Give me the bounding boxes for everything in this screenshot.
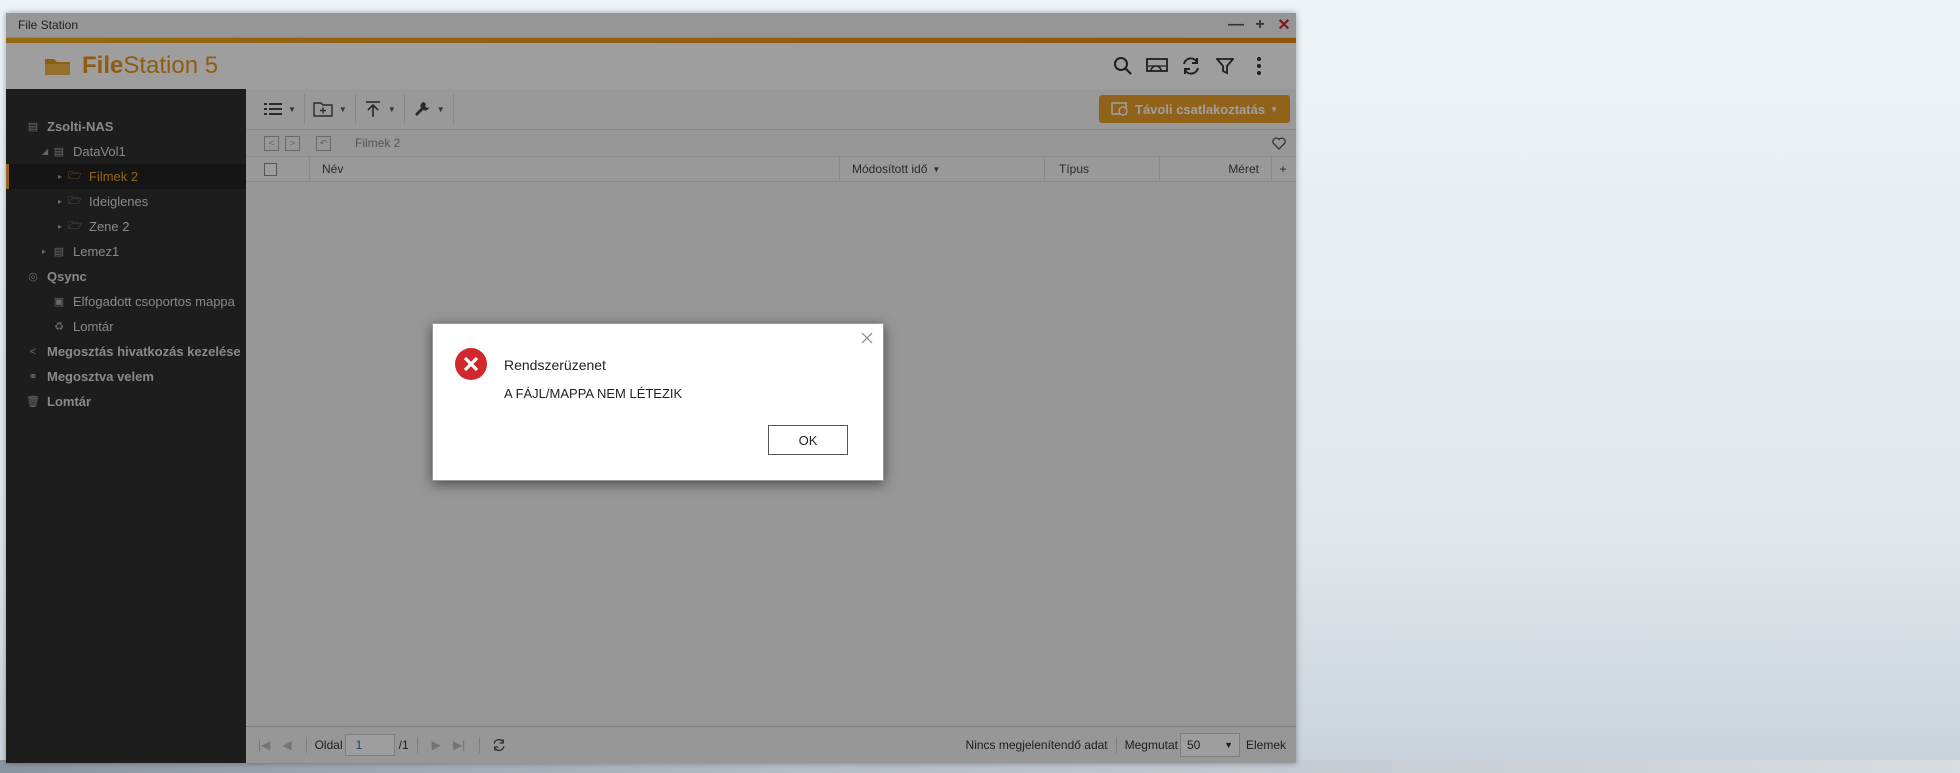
dialog-message: A FÁJL/MAPPA NEM LÉTEZIK [504,386,683,401]
ok-button[interactable]: OK [768,425,848,455]
file-station-window: File Station — + ✕ File Station 5 ▤ Zsol… [6,13,1296,763]
error-icon [455,348,487,380]
close-dialog-icon[interactable] [859,330,875,346]
system-message-dialog: Rendszerüzenet A FÁJL/MAPPA NEM LÉTEZIK … [432,323,884,481]
dialog-title: Rendszerüzenet [504,357,606,373]
